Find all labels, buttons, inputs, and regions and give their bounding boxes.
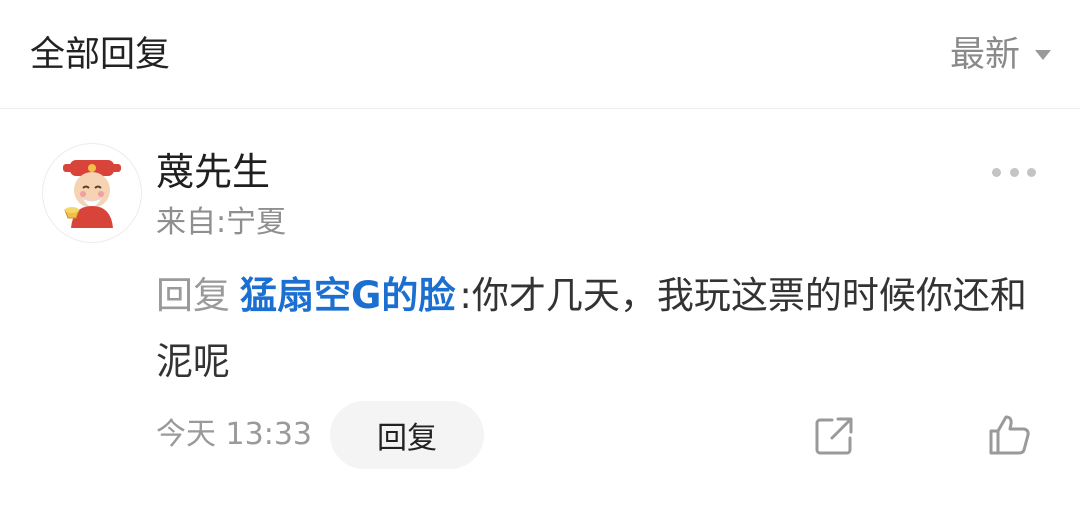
comment-content: 回复 猛扇空G的脸:你才几天，我玩这票的时候你还和泥呢 (156, 263, 1046, 395)
more-options-button[interactable] (992, 162, 1036, 182)
comments-header: 全部回复 最新 (0, 0, 1080, 109)
location-label: 来自:宁夏 (156, 205, 287, 240)
caret-down-icon (1035, 50, 1051, 60)
thumbs-up-icon[interactable] (986, 412, 1032, 458)
mention-separator: : (459, 274, 472, 317)
reply-button[interactable]: 回复 (330, 401, 484, 469)
reply-prefix: 回复 (156, 274, 230, 317)
sort-label: 最新 (949, 35, 1020, 75)
username[interactable]: 蔑先生 (156, 148, 270, 196)
avatar-cartoon-icon (63, 160, 121, 228)
comment-timestamp: 今天 13:33 (156, 417, 312, 452)
mentioned-user-link[interactable]: 猛扇空G的脸 (240, 274, 455, 317)
more-dots-icon (992, 167, 1001, 177)
avatar[interactable] (42, 143, 142, 243)
share-icon[interactable] (812, 414, 856, 458)
all-replies-title: 全部回复 (30, 35, 171, 75)
sort-dropdown[interactable]: 最新 (950, 32, 1052, 78)
